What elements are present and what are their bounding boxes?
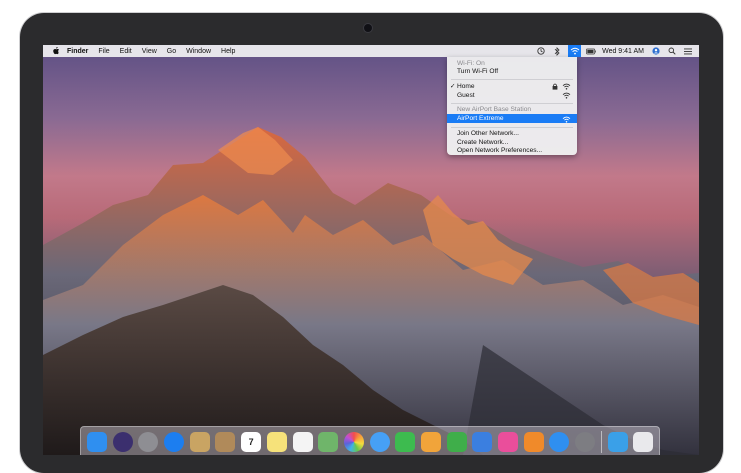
wifi-menu: Wi-Fi: On Turn Wi-Fi Off ✓ Home Guest Ne… bbox=[447, 57, 577, 155]
app-menu-finder[interactable]: Finder bbox=[67, 48, 88, 55]
menu-go[interactable]: Go bbox=[167, 48, 176, 55]
menu-help[interactable]: Help bbox=[221, 48, 235, 55]
menu-bar: Finder File Edit View Go Window Help Wed… bbox=[43, 45, 699, 57]
menu-separator bbox=[451, 103, 573, 104]
camera bbox=[364, 24, 372, 32]
spotlight-search-icon[interactable] bbox=[667, 47, 677, 56]
menu-window[interactable]: Window bbox=[186, 48, 211, 55]
status-menus: Wed 9:41 AM bbox=[536, 45, 699, 57]
calendar-icon[interactable]: 7 bbox=[241, 431, 262, 452]
checkmark-icon: ✓ bbox=[450, 83, 456, 90]
siri-icon[interactable] bbox=[112, 431, 133, 452]
wifi-status-icon[interactable] bbox=[568, 45, 582, 57]
downloads-folder-icon[interactable] bbox=[607, 431, 628, 452]
menu-file[interactable]: File bbox=[98, 48, 109, 55]
wifi-signal-icon bbox=[562, 116, 571, 123]
menu-view[interactable]: View bbox=[142, 48, 157, 55]
wallpaper bbox=[43, 127, 699, 455]
lock-icon bbox=[552, 83, 558, 90]
itunes-icon[interactable] bbox=[498, 431, 518, 452]
contacts-icon[interactable] bbox=[215, 431, 236, 452]
desktop-screen: Finder File Edit View Go Window Help Wed… bbox=[43, 45, 699, 455]
create-network-item[interactable]: Create Network... bbox=[457, 139, 508, 147]
wifi-signal-icon bbox=[562, 92, 571, 99]
maps-icon[interactable] bbox=[318, 431, 339, 452]
bluetooth-icon[interactable] bbox=[552, 46, 562, 56]
join-other-network-item[interactable]: Join Other Network... bbox=[457, 130, 519, 138]
messages-icon[interactable] bbox=[369, 431, 390, 452]
facetime-icon[interactable] bbox=[395, 431, 416, 452]
reminders-icon[interactable] bbox=[292, 431, 313, 452]
pages-icon[interactable] bbox=[420, 431, 441, 452]
photo-viewer-icon[interactable] bbox=[189, 431, 210, 452]
wifi-status-label: Wi-Fi: On bbox=[457, 60, 485, 67]
keynote-icon[interactable] bbox=[472, 431, 493, 452]
numbers-icon[interactable] bbox=[446, 431, 467, 452]
safari-icon[interactable] bbox=[164, 431, 185, 452]
dock-divider bbox=[600, 430, 602, 453]
menu-edit[interactable]: Edit bbox=[120, 48, 132, 55]
menu-separator bbox=[451, 79, 573, 80]
time-machine-icon[interactable] bbox=[536, 47, 546, 56]
apple-menu-icon[interactable] bbox=[52, 47, 60, 55]
app-store-icon[interactable] bbox=[549, 431, 570, 452]
calendar-day-label: 7 bbox=[248, 436, 254, 447]
open-network-preferences-item[interactable]: Open Network Preferences... bbox=[457, 147, 542, 155]
dock: 7 bbox=[80, 426, 660, 455]
notes-icon[interactable] bbox=[266, 431, 287, 452]
base-station-airport-extreme[interactable]: AirPort Extreme bbox=[457, 115, 504, 123]
menu-clock[interactable]: Wed 9:41 AM bbox=[602, 48, 644, 55]
launchpad-icon[interactable] bbox=[138, 431, 159, 452]
ibooks-icon[interactable] bbox=[523, 431, 544, 452]
network-home[interactable]: Home bbox=[457, 83, 475, 91]
menu-separator bbox=[451, 127, 573, 128]
base-station-header: New AirPort Base Station bbox=[457, 106, 532, 113]
battery-icon[interactable] bbox=[586, 47, 596, 56]
trash-icon[interactable] bbox=[633, 431, 654, 452]
network-guest[interactable]: Guest bbox=[457, 92, 475, 100]
system-preferences-icon[interactable] bbox=[575, 431, 596, 452]
photos-icon[interactable] bbox=[343, 431, 364, 452]
notification-center-icon[interactable] bbox=[683, 47, 693, 56]
turn-wifi-off-item[interactable]: Turn Wi-Fi Off bbox=[457, 68, 498, 76]
user-icon[interactable] bbox=[651, 47, 661, 56]
finder-icon[interactable] bbox=[87, 431, 107, 452]
wifi-signal-icon bbox=[562, 83, 571, 90]
